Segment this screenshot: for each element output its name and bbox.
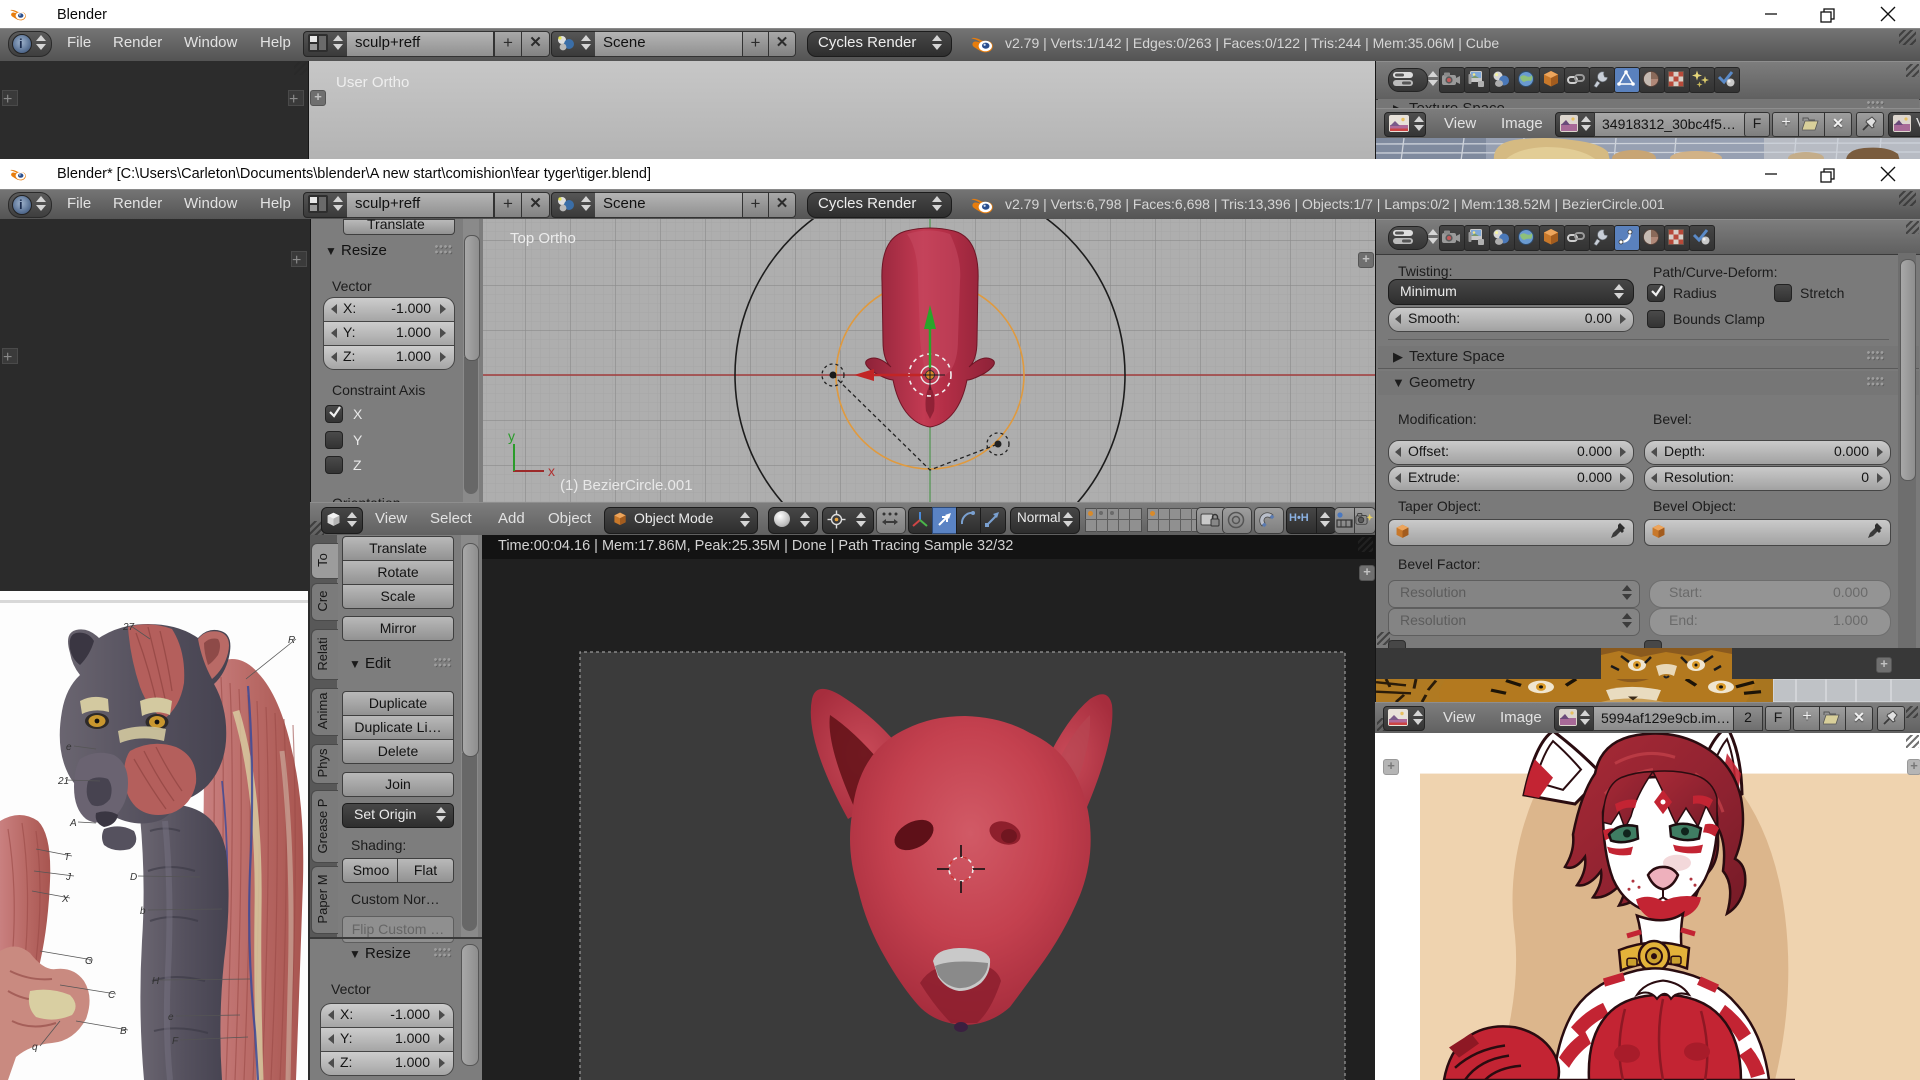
svg-text:x: x: [548, 463, 555, 479]
svg-text:27: 27: [122, 622, 135, 633]
svg-text:X: X: [61, 894, 69, 905]
svg-text:D: D: [130, 872, 137, 883]
svg-text:y: y: [508, 428, 515, 444]
svg-text:b: b: [140, 906, 146, 917]
svg-text:H: H: [152, 976, 160, 987]
svg-text:T: T: [64, 852, 71, 863]
svg-text:R: R: [288, 635, 295, 646]
svg-text:Top Ortho: Top Ortho: [510, 230, 576, 247]
svg-text:B: B: [120, 1026, 127, 1037]
svg-text:(1) BezierCircle.001: (1) BezierCircle.001: [560, 477, 693, 494]
svg-text:21: 21: [57, 776, 69, 787]
svg-text:F: F: [172, 1036, 179, 1047]
svg-text:e: e: [168, 1012, 174, 1023]
svg-text:J: J: [65, 872, 72, 883]
svg-text:C: C: [108, 990, 116, 1001]
svg-text:G: G: [85, 956, 93, 967]
svg-text:q: q: [32, 1042, 38, 1053]
svg-text:e: e: [66, 742, 72, 753]
svg-text:A: A: [69, 818, 77, 829]
